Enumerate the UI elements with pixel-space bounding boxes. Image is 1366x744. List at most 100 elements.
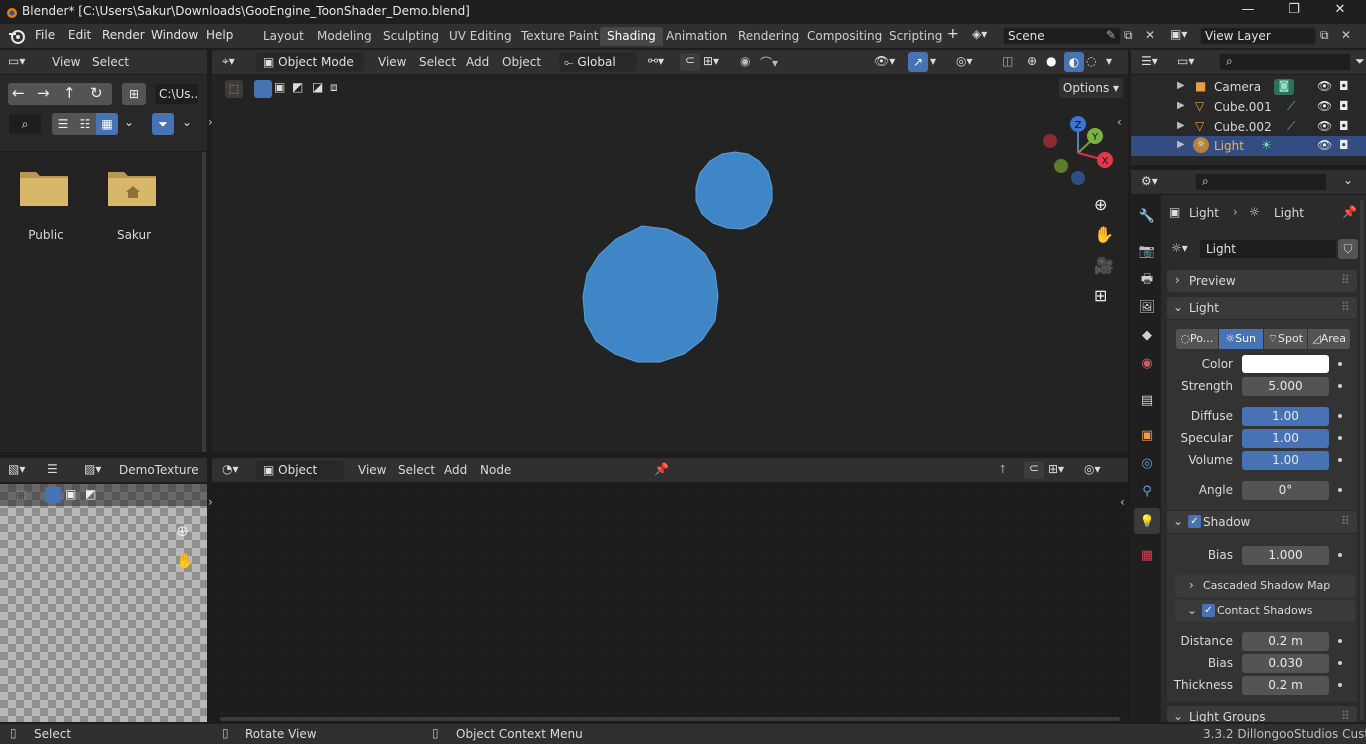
parent-tree-icon[interactable]: ⭡ xyxy=(1000,462,1006,477)
scrollbar[interactable] xyxy=(202,152,206,452)
gizmo-chevron-icon[interactable]: ▾ xyxy=(930,54,936,68)
tab-sculpting[interactable]: Sculpting xyxy=(376,27,446,46)
viewport-canvas[interactable]: ⬚ ▣ ◩ ◪ ⧈ Options ▾ › ‹ Z Y X ⊕ ✋ 🎥 ⊞ xyxy=(208,75,1128,453)
expand-icon[interactable]: ▶ xyxy=(1177,139,1185,150)
node-menu-view[interactable]: View xyxy=(358,463,386,477)
filter-search-input[interactable]: ⌕ xyxy=(8,113,42,135)
gizmo-neg-y[interactable] xyxy=(1054,159,1068,173)
light-type-point[interactable]: ◌Po... xyxy=(1176,329,1218,349)
delete-scene-icon[interactable]: ✕ xyxy=(1145,28,1155,42)
collection-tab-icon[interactable]: ▤ xyxy=(1136,390,1158,412)
eye-icon[interactable]: 👁 xyxy=(1317,119,1332,133)
navigation-gizmo[interactable]: Z Y X xyxy=(1040,115,1116,191)
drag-handle-icon[interactable]: ⠿ xyxy=(1341,300,1350,314)
falloff-icon[interactable]: ⌒▾ xyxy=(760,54,778,71)
keyframe-dot[interactable] xyxy=(1338,661,1342,665)
image-browse-icon[interactable]: ▨▾ xyxy=(84,462,101,476)
color-swatch[interactable] xyxy=(1242,355,1329,373)
folder-item[interactable]: Sakur xyxy=(106,166,162,246)
file-menu-view[interactable]: View xyxy=(52,55,80,69)
pan-hand-icon[interactable]: ✋ xyxy=(176,552,195,570)
contact-shadows-subpanel-header[interactable]: ⌄ ✓ Contact Shadows xyxy=(1175,600,1355,622)
wireframe-shading-icon[interactable]: ⊕ xyxy=(1027,54,1037,68)
camera-view-icon[interactable]: 🎥 xyxy=(1094,256,1114,275)
modifier-icon[interactable]: ⟋ xyxy=(1287,119,1295,134)
light-section-header[interactable]: ⌄ Light ⠿ xyxy=(1167,297,1357,319)
light-type-spot[interactable]: ⌔Spot xyxy=(1263,329,1308,349)
properties-options-icon[interactable]: ⌄ xyxy=(1343,173,1353,187)
path-field[interactable]: C:\Us... xyxy=(154,83,199,105)
select-mode-extend-icon[interactable]: ▣ xyxy=(274,80,285,94)
select-mode-subtract-icon[interactable]: ◩ xyxy=(85,487,96,501)
editor-type-icon[interactable]: ▭▾ xyxy=(8,54,25,68)
menu-window[interactable]: Window xyxy=(151,28,198,42)
options-dropdown[interactable]: Options ▾ xyxy=(1059,78,1123,98)
add-workspace-button[interactable]: + xyxy=(947,26,959,42)
tool-tab-icon[interactable]: 🔧 xyxy=(1136,206,1158,228)
render-camera-icon[interactable]: ◘ xyxy=(1339,138,1349,152)
select-mode-new-icon[interactable] xyxy=(45,487,61,503)
toolbar-expand-icon[interactable]: › xyxy=(208,495,213,509)
keyframe-dot[interactable] xyxy=(1338,639,1342,643)
drag-handle-icon[interactable]: ⠿ xyxy=(1341,514,1350,528)
viewport-menu-select[interactable]: Select xyxy=(419,55,456,69)
pivot-icon[interactable]: ⚯▾ xyxy=(648,54,664,68)
viewport-menu-add[interactable]: Add xyxy=(466,55,489,69)
outliner-search-input[interactable]: ⌕ xyxy=(1219,53,1351,71)
snap-target-icon[interactable]: ⊞▾ xyxy=(703,54,719,68)
drag-handle-icon[interactable]: ⠿ xyxy=(1341,273,1350,287)
select-tool-icon[interactable]: ⬚ xyxy=(16,488,26,501)
snap-element-icon[interactable]: ⊞▾ xyxy=(1048,462,1064,476)
scene-browse-icon[interactable]: ◈▾ xyxy=(972,27,1000,45)
eye-icon[interactable]: 👁 xyxy=(1317,99,1332,113)
expand-icon[interactable]: ▶ xyxy=(1177,80,1185,91)
eye-icon[interactable]: 👁 xyxy=(1317,79,1332,93)
tab-modeling[interactable]: Modeling xyxy=(310,27,379,46)
minimize-icon[interactable]: — xyxy=(1228,2,1268,22)
specular-field[interactable]: 1.00 xyxy=(1242,429,1329,448)
outliner-type-icon[interactable]: ☰▾ xyxy=(1141,54,1158,68)
keyframe-dot[interactable] xyxy=(1338,553,1342,557)
keyframe-dot[interactable] xyxy=(1338,414,1342,418)
vertical-list-icon[interactable]: ☰ xyxy=(52,113,74,135)
pin-icon[interactable]: 📌 xyxy=(654,462,669,476)
distance-field[interactable]: 0.2 m xyxy=(1242,632,1329,651)
thickness-field[interactable]: 0.2 m xyxy=(1242,676,1329,695)
keyframe-dot[interactable] xyxy=(1338,384,1342,388)
maximize-icon[interactable]: ❐ xyxy=(1274,2,1314,22)
proportional-edit-icon[interactable]: ◉ xyxy=(740,54,750,68)
parent-dir-icon[interactable]: ↑ xyxy=(63,84,76,102)
strength-field[interactable]: 5.000 xyxy=(1242,377,1329,396)
visibility-icon[interactable]: 👁▾ xyxy=(874,54,895,68)
keyframe-dot[interactable] xyxy=(1338,458,1342,462)
pin-icon[interactable]: 📌 xyxy=(1342,205,1357,219)
filter-icon[interactable]: ⏷ xyxy=(1355,54,1365,69)
delete-view-layer-icon[interactable]: ✕ xyxy=(1341,28,1351,42)
light-type-sun[interactable]: ☼Sun xyxy=(1218,329,1263,349)
physics-tab-icon[interactable]: ◎ xyxy=(1136,453,1158,475)
viewport-type-icon[interactable]: ⌖▾ xyxy=(222,54,235,69)
small-sphere[interactable] xyxy=(695,151,773,230)
eye-icon[interactable]: 👁 xyxy=(1317,138,1332,152)
display-mode-icon[interactable]: ▭▾ xyxy=(1177,54,1194,68)
shading-chevron-icon[interactable]: ▾ xyxy=(1106,54,1112,68)
tab-compositing[interactable]: Compositing xyxy=(800,27,889,46)
drag-handle-icon[interactable]: ⠿ xyxy=(1341,709,1350,722)
properties-type-icon[interactable]: ⚙▾ xyxy=(1141,174,1158,188)
forward-icon[interactable]: → xyxy=(37,84,50,102)
menu-edit[interactable]: Edit xyxy=(68,28,91,42)
xray-icon[interactable]: ◫ xyxy=(1002,54,1013,68)
image-canvas[interactable]: ⬚ ▣ ◩ ⊕ ✋ xyxy=(0,484,207,722)
angle-field[interactable]: 0° xyxy=(1242,481,1329,500)
expand-icon[interactable]: ▶ xyxy=(1177,120,1185,131)
large-sphere[interactable] xyxy=(582,225,719,363)
outliner-row[interactable]: ▶ ■ Camera ◙ 👁 ◘ xyxy=(1131,77,1366,97)
image-name[interactable]: DemoTexture xyxy=(119,463,199,477)
gizmo-toggle-icon[interactable]: ↗ xyxy=(908,52,928,72)
shadow-section-header[interactable]: ⌄ ✓ Shadow ⠿ xyxy=(1167,511,1357,533)
mode-dropdown[interactable]: ▣ Object Mode xyxy=(256,52,364,72)
hamburger-menu-icon[interactable]: ☰ xyxy=(47,462,58,476)
keyframe-dot[interactable] xyxy=(1338,436,1342,440)
filter-chevron-icon[interactable]: ⌄ xyxy=(182,115,192,129)
light-data-tab-icon[interactable]: 💡 xyxy=(1134,508,1160,534)
